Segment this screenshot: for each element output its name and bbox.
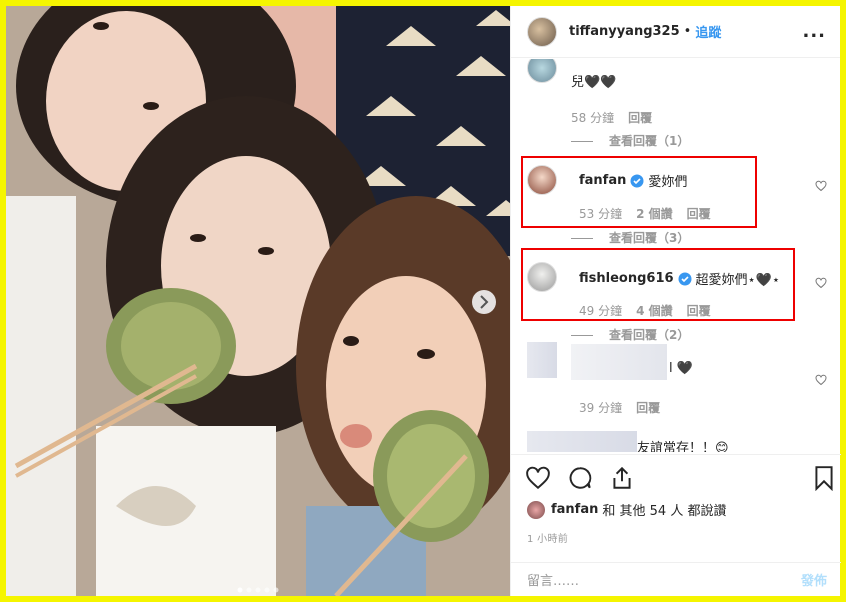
more-options-icon[interactable]: ... xyxy=(802,21,826,42)
comment-text: 兒🖤🖤 xyxy=(571,75,617,90)
comment-meta: 49 分鐘 4 個讚 回覆 xyxy=(579,302,725,319)
likes-text[interactable]: 和 其他 54 人 都說讚 xyxy=(602,500,726,519)
post-time[interactable]: 1 小時前 xyxy=(527,530,568,545)
post-button[interactable]: 發佈 xyxy=(801,570,827,589)
like-heart-icon[interactable] xyxy=(525,465,551,491)
comment-text: 友誼常存！！😊 xyxy=(637,441,729,452)
comment-time[interactable]: 53 分鐘 xyxy=(579,207,622,221)
comment-likes[interactable]: 4 個讚 xyxy=(636,304,673,318)
header-username[interactable]: tiffanyyang325 xyxy=(569,24,680,39)
blurred-username xyxy=(571,344,667,380)
comment-meta: 53 分鐘 2 個讚 回覆 xyxy=(579,205,725,222)
likes-summary: fanfan 和 其他 54 人 都說讚 xyxy=(527,500,726,519)
follow-button[interactable]: 追蹤 xyxy=(695,22,721,41)
comment-avatar[interactable] xyxy=(527,165,557,195)
post-actions xyxy=(511,454,841,498)
reply-button[interactable]: 回覆 xyxy=(687,304,711,318)
comment-time[interactable]: 39 分鐘 xyxy=(579,401,622,415)
add-comment-bar: 留言…… 發佈 xyxy=(511,562,841,596)
reply-button[interactable]: 回覆 xyxy=(636,401,660,415)
comment-username[interactable]: fishleong616 xyxy=(579,271,674,286)
view-replies-button[interactable]: 查看回覆（1） xyxy=(571,132,689,149)
comment-text: 愛妳們 xyxy=(648,175,688,190)
view-replies-label: 查看回覆（2） xyxy=(609,328,690,342)
comment-avatar[interactable] xyxy=(527,59,557,83)
divider xyxy=(571,335,593,336)
comment-time[interactable]: 58 分鐘 xyxy=(571,111,614,125)
verified-badge-icon xyxy=(678,272,692,285)
like-comment-heart-icon[interactable] xyxy=(815,180,827,192)
divider xyxy=(571,141,593,142)
comment-text: 超愛妳們⋆🖤⋆ xyxy=(695,273,780,288)
reply-button[interactable]: 回覆 xyxy=(628,111,652,125)
view-replies-button[interactable]: 查看回覆（3） xyxy=(571,229,689,246)
bookmark-icon[interactable] xyxy=(811,465,837,491)
like-comment-heart-icon[interactable] xyxy=(815,277,827,289)
blurred-avatar xyxy=(527,342,557,378)
view-replies-label: 查看回覆（3） xyxy=(609,231,690,245)
like-comment-heart-icon[interactable] xyxy=(815,374,827,386)
comment-likes[interactable]: 2 個讚 xyxy=(636,207,673,221)
comment-time[interactable]: 49 分鐘 xyxy=(579,304,622,318)
comment-meta: 58 分鐘 回覆 xyxy=(571,109,666,126)
comment-text: l 🖤 xyxy=(669,361,693,376)
view-replies-label: 查看回覆（1） xyxy=(609,134,690,148)
post-header: tiffanyyang325 • 追蹤 ... xyxy=(511,6,840,58)
comment-avatar[interactable] xyxy=(527,262,557,292)
comment-line: fishleong616 超愛妳們⋆🖤⋆ xyxy=(579,269,780,288)
blurred-username xyxy=(527,431,637,452)
share-icon[interactable] xyxy=(609,465,635,491)
post-photo[interactable] xyxy=(6,6,510,596)
separator-dot: • xyxy=(683,24,692,39)
avatar[interactable] xyxy=(527,500,545,519)
comment-username[interactable]: fanfan xyxy=(579,173,626,188)
comment-input[interactable]: 留言…… xyxy=(527,570,579,589)
view-replies-button[interactable]: 查看回覆（2） xyxy=(571,326,689,343)
photo-illustration xyxy=(6,6,510,596)
reply-button[interactable]: 回覆 xyxy=(687,207,711,221)
comment-meta: 39 分鐘 回覆 xyxy=(579,399,674,416)
likes-username[interactable]: fanfan xyxy=(551,502,598,517)
post-side-panel: tiffanyyang325 • 追蹤 ... 兒🖤🖤 58 分鐘 回覆 查看回覆… xyxy=(510,6,841,596)
divider xyxy=(571,238,593,239)
comment-line: fanfan 愛妳們 xyxy=(579,171,687,190)
avatar[interactable] xyxy=(527,16,557,47)
comment-bubble-icon[interactable] xyxy=(567,465,593,491)
comments-list[interactable]: 兒🖤🖤 58 分鐘 回覆 查看回覆（1） fanfan 愛妳們 53 分鐘 2 個讚… xyxy=(511,59,841,452)
verified-badge-icon xyxy=(630,174,644,187)
